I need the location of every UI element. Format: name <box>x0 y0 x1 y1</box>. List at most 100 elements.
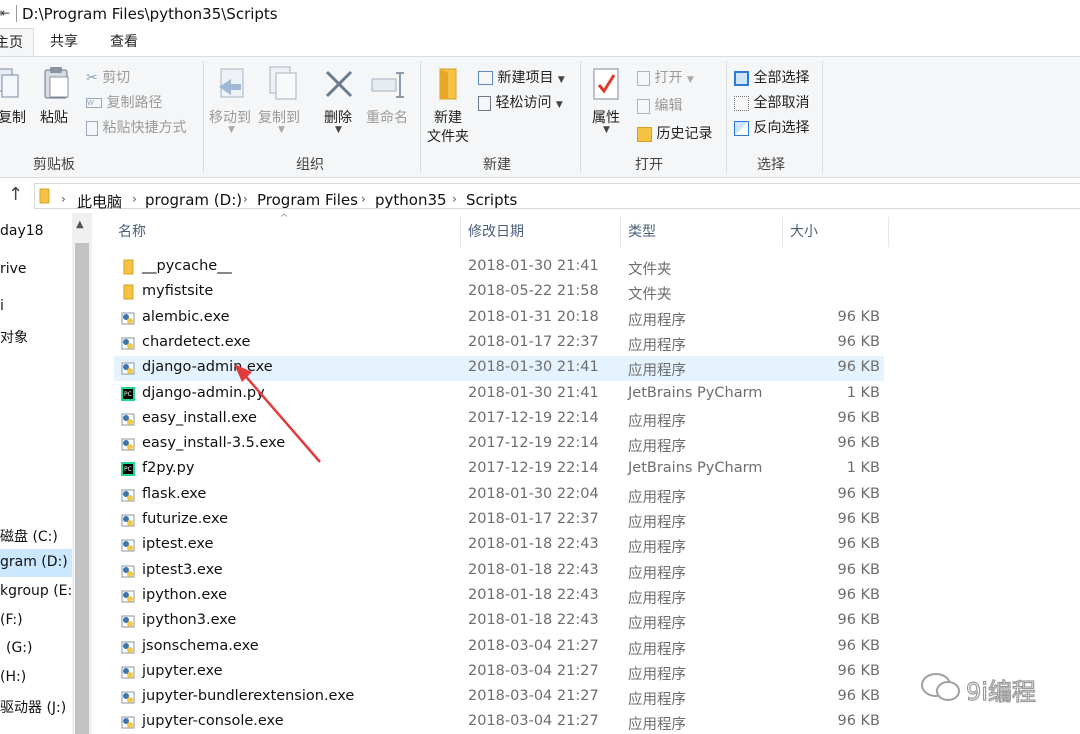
table-row[interactable]: jupyter-console.exe 2018-03-04 21:27 应用程序 9… <box>114 710 884 734</box>
move-to-icon[interactable] <box>217 67 251 103</box>
copy-button[interactable]: 复制 <box>0 107 26 127</box>
python-exe-icon <box>121 539 135 552</box>
rename-icon[interactable] <box>370 69 406 99</box>
copy-icon[interactable] <box>0 67 20 101</box>
folder-icon <box>123 259 134 275</box>
up-arrow-icon[interactable]: ↑ <box>8 184 23 205</box>
copy-to-button[interactable]: 复制到 <box>258 107 300 127</box>
easy-access-button[interactable]: 轻松访问 ▼ <box>478 92 563 112</box>
paste-icon[interactable] <box>42 65 72 101</box>
file-type: 应用程序 <box>628 616 686 633</box>
scroll-thumb[interactable] <box>75 243 89 734</box>
file-size: 96 KB <box>837 435 880 452</box>
nav-item-drive-g[interactable]: (G:) <box>6 640 33 656</box>
nav-item[interactable]: rive <box>0 261 27 277</box>
nav-item-drive-c[interactable]: 磁盘 (C:) <box>0 526 58 546</box>
edit-button[interactable]: 编辑 <box>637 95 682 115</box>
nav-item[interactable]: day18 <box>0 223 44 239</box>
rename-button[interactable]: 重命名 <box>366 107 408 127</box>
nav-item[interactable]: 对象 <box>0 327 28 347</box>
copy-to-icon[interactable] <box>266 65 300 103</box>
column-header-name[interactable]: 名称 <box>118 221 146 241</box>
new-item-button[interactable]: 新建项目 ▼ <box>478 67 565 87</box>
tab-view[interactable]: 查看 <box>102 28 146 56</box>
history-button[interactable]: 历史记录 <box>637 123 712 143</box>
select-none-button[interactable]: 全部取消 <box>734 92 809 112</box>
tab-home[interactable]: 主页 <box>0 28 34 56</box>
breadcrumb-chevron-icon: › <box>361 192 366 206</box>
select-all-button[interactable]: 全部选择 <box>734 67 809 87</box>
table-row[interactable]: ipython.exe 2018-01-18 22:43 应用程序 96 KB <box>114 584 884 609</box>
file-type: 应用程序 <box>628 489 686 506</box>
nav-item-drive-e[interactable]: kgroup (E:) <box>0 583 78 599</box>
scroll-up-arrow-icon[interactable]: ▲ <box>76 219 84 230</box>
group-divider <box>580 61 581 173</box>
select-group-label: 选择 <box>757 157 785 173</box>
group-divider <box>726 61 727 173</box>
copy-path-button[interactable]: W 复制路径 <box>86 92 162 112</box>
quick-access-chevron-icon[interactable]: ⇤ <box>0 6 10 20</box>
table-row[interactable]: ipython3.exe 2018-01-18 22:43 应用程序 96 KB <box>114 609 884 634</box>
nav-item-drive-h[interactable]: (H:) <box>0 669 26 685</box>
breadcrumb-drive-d[interactable]: program (D:) <box>145 191 242 209</box>
nav-item[interactable]: i <box>0 298 4 314</box>
file-date: 2017-12-19 22:14 <box>468 435 599 452</box>
ribbon: 复制 粘贴 ✂ 剪切 W 复制路径 粘贴快捷方式 剪贴板 移动到 ▼ 复制到 ▼… <box>0 56 1080 178</box>
table-row[interactable]: myfistsite 2018-05-22 21:58 文件夹 <box>114 280 884 305</box>
file-name: f2py.py <box>142 460 195 477</box>
header-divider[interactable] <box>460 217 461 247</box>
header-divider[interactable] <box>782 217 783 247</box>
table-row[interactable]: alembic.exe 2018-01-31 20:18 应用程序 96 KB <box>114 306 884 331</box>
file-name: chardetect.exe <box>142 333 251 350</box>
new-folder-button-line1[interactable]: 新建 <box>434 107 462 127</box>
breadcrumb-python35[interactable]: python35 <box>375 191 447 209</box>
paste-shortcut-button[interactable]: 粘贴快捷方式 <box>86 117 186 137</box>
file-name: iptest3.exe <box>142 561 223 578</box>
move-to-button[interactable]: 移动到 <box>209 107 251 127</box>
table-row[interactable]: futurize.exe 2018-01-17 22:37 应用程序 96 KB <box>114 508 884 533</box>
table-row[interactable]: jupyter.exe 2018-03-04 21:27 应用程序 96 KB <box>114 660 884 685</box>
file-type: 文件夹 <box>628 262 672 278</box>
file-name: ipython3.exe <box>142 612 237 629</box>
file-date: 2018-01-18 22:43 <box>468 536 599 553</box>
python-exe-icon <box>121 641 135 653</box>
column-header-date[interactable]: 修改日期 <box>468 221 524 241</box>
properties-button[interactable]: 属性 <box>592 107 620 127</box>
file-type: 应用程序 <box>628 717 686 734</box>
cut-button[interactable]: ✂ 剪切 <box>86 67 130 87</box>
open-caret-icon: ▼ <box>686 75 694 85</box>
file-size: 96 KB <box>837 713 880 730</box>
properties-icon[interactable] <box>592 67 622 101</box>
header-divider[interactable] <box>620 217 621 247</box>
table-row[interactable]: jsonschema.exe 2018-03-04 21:27 应用程序 96 KB <box>114 635 884 660</box>
breadcrumb-program-files[interactable]: Program Files <box>257 191 358 209</box>
tab-share[interactable]: 共享 <box>42 28 86 56</box>
open-group-label: 打开 <box>635 157 663 173</box>
invert-selection-button[interactable]: 反向选择 <box>734 117 809 137</box>
file-size: 96 KB <box>837 662 880 679</box>
delete-x-icon[interactable] <box>324 69 354 99</box>
new-folder-button-line2[interactable]: 文件夹 <box>427 126 469 146</box>
open-button[interactable]: 打开 ▼ <box>637 67 694 87</box>
table-row[interactable]: flask.exe 2018-01-30 22:04 应用程序 96 KB <box>114 483 884 508</box>
breadcrumb-this-pc[interactable]: 此电脑 <box>77 191 122 212</box>
breadcrumb-chevron-icon: › <box>243 192 248 206</box>
table-row[interactable]: __pycache__ 2018-01-30 21:41 文件夹 <box>114 255 884 280</box>
nav-item-drive-j[interactable]: 驱动器 (J:) <box>0 697 66 717</box>
table-row[interactable]: iptest3.exe 2018-01-18 22:43 应用程序 96 KB <box>114 559 884 584</box>
file-date: 2018-01-18 22:43 <box>468 612 599 629</box>
nav-item-drive-d[interactable]: gram (D:) <box>0 549 72 577</box>
breadcrumb-scripts[interactable]: Scripts <box>466 191 517 209</box>
column-header-type[interactable]: 类型 <box>628 221 656 241</box>
nav-scrollbar[interactable]: ▲ <box>72 213 92 734</box>
address-box[interactable]: › 此电脑 › program (D:) › Program Files › p… <box>34 183 1080 212</box>
nav-item-drive-f[interactable]: (F:) <box>0 612 23 628</box>
column-header-size[interactable]: 大小 <box>790 221 818 241</box>
paste-button[interactable]: 粘贴 <box>40 107 68 127</box>
new-folder-icon[interactable] <box>436 67 462 101</box>
table-row[interactable]: iptest.exe 2018-01-18 22:43 应用程序 96 KB <box>114 533 884 558</box>
table-row[interactable]: chardetect.exe 2018-01-17 22:37 应用程序 96 KB <box>114 331 884 356</box>
header-divider[interactable] <box>888 217 889 247</box>
table-row[interactable]: jupyter-bundlerextension.exe 2018-03-04 2… <box>114 685 884 710</box>
delete-button[interactable]: 删除 <box>324 107 352 127</box>
